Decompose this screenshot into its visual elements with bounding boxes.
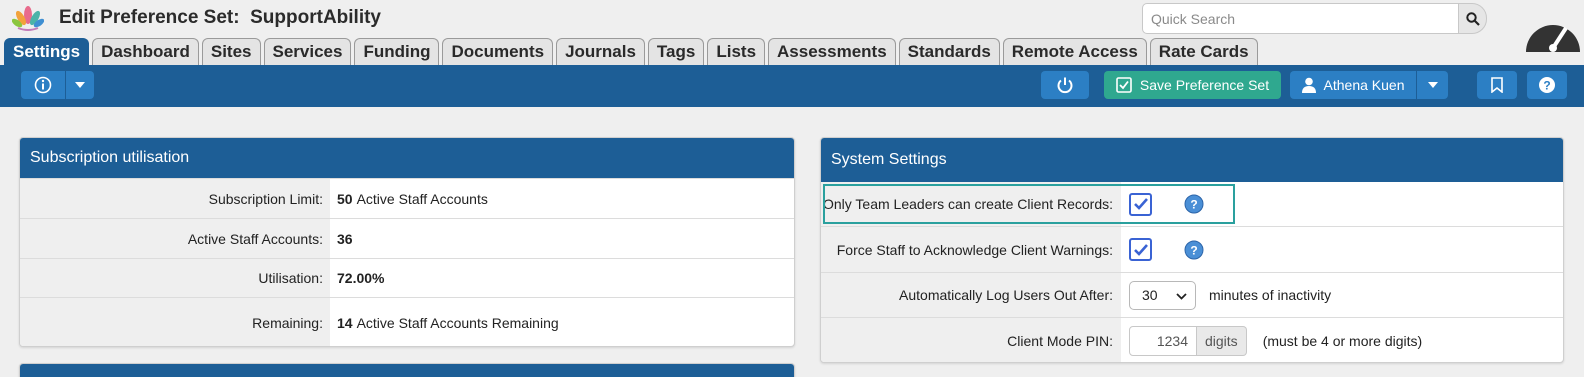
pin-row: Client Mode PIN: digits (must be 4 or mo… (821, 317, 1563, 362)
info-icon (34, 76, 52, 94)
info-dropdown-button[interactable] (65, 71, 94, 99)
logout-controls: 30 minutes of inactivity (1121, 273, 1331, 317)
row-value-bold: 36 (337, 230, 353, 247)
pin-controls: digits (must be 4 or more digits) (1121, 318, 1423, 362)
pin-addon: digits (1197, 326, 1247, 356)
pin-hint: (must be 4 or more digits) (1262, 333, 1423, 349)
user-menu-button[interactable]: Athena Kuen (1290, 71, 1416, 99)
row-value-text: Active Staff Accounts Remaining (356, 314, 559, 331)
svg-text:?: ? (1543, 79, 1550, 93)
system-settings-title: System Settings (821, 138, 1563, 182)
row-value: 72.00% (330, 259, 388, 297)
row-value: 50 Active Staff Accounts (330, 179, 488, 218)
power-icon (1057, 77, 1073, 94)
select-value: 30 (1142, 287, 1158, 303)
tab-sites[interactable]: Sites (201, 38, 261, 65)
subscription-row-remaining: Remaining: 14 Active Staff Accounts Remai… (20, 297, 794, 346)
search-icon (1465, 11, 1480, 26)
bookmark-icon (1491, 77, 1503, 93)
tab-lists[interactable]: Lists (707, 38, 766, 65)
tab-assessments[interactable]: Assessments (768, 38, 896, 65)
row-label: Remaining: (20, 298, 330, 346)
tab-documents[interactable]: Documents (442, 38, 554, 65)
row-label: Active Staff Accounts: (20, 219, 330, 258)
quick-search-input[interactable] (1142, 3, 1460, 34)
user-icon (1301, 77, 1316, 93)
subscription-row-utilisation: Utilisation: 72.00% (20, 258, 794, 297)
tab-services[interactable]: Services (263, 38, 352, 65)
row-value: 36 (330, 219, 357, 258)
svg-text:?: ? (1190, 243, 1197, 257)
system-settings-panel: System Settings Only Team Leaders can cr… (820, 137, 1564, 363)
next-panel-header (20, 364, 794, 377)
tab-standards[interactable]: Standards (898, 38, 1000, 65)
row-value-bold: 72.00% (337, 270, 385, 286)
question-help-icon[interactable]: ? (1184, 240, 1204, 260)
tab-tags[interactable]: Tags (647, 38, 705, 65)
row-label: Utilisation: (20, 259, 330, 297)
subscription-row-limit: Subscription Limit: 50 Active Staff Accou… (20, 178, 794, 218)
tab-rate-cards[interactable]: Rate Cards (1149, 38, 1258, 65)
row-label: Subscription Limit: (20, 179, 330, 218)
pin-label: Client Mode PIN: (821, 318, 1121, 362)
tab-funding[interactable]: Funding (354, 38, 440, 65)
tab-dashboard[interactable]: Dashboard (92, 38, 199, 65)
caret-down-icon (75, 82, 85, 88)
highlight-box (823, 184, 1235, 224)
checkmark-icon (1133, 243, 1148, 256)
subscription-panel-title: Subscription utilisation (20, 138, 794, 178)
user-dropdown-button[interactable] (1416, 71, 1448, 99)
tab-journals[interactable]: Journals (556, 38, 645, 65)
help-icon: ? (1539, 77, 1555, 93)
row-value-bold: 50 (337, 190, 353, 207)
caret-down-icon (1427, 82, 1438, 88)
logout-label: Automatically Log Users Out After: (821, 273, 1121, 317)
row-value: 14 Active Staff Accounts Remaining (330, 298, 559, 346)
row-value-bold: 14 (337, 314, 353, 331)
tab-settings[interactable]: Settings (4, 38, 90, 65)
subscription-row-active: Active Staff Accounts: 36 (20, 218, 794, 258)
user-name: Athena Kuen (1323, 77, 1405, 93)
logout-suffix: minutes of inactivity (1209, 287, 1332, 303)
page-title: Edit Preference Set: SupportAbility (59, 7, 381, 28)
subscription-panel: Subscription utilisation Subscription Li… (19, 137, 795, 347)
logout-minutes-select[interactable]: 30 (1129, 280, 1196, 310)
force-ack-label: Force Staff to Acknowledge Client Warnin… (821, 227, 1121, 272)
pin-input[interactable] (1129, 326, 1197, 356)
chevron-down-icon (1176, 292, 1187, 300)
app-header: Edit Preference Set: SupportAbility (0, 0, 1584, 52)
force-ack-checkbox[interactable] (1129, 238, 1152, 261)
tab-remote-access[interactable]: Remote Access (1002, 38, 1147, 65)
toolbar: Save Preference Set Athena Kuen ? (0, 65, 1584, 107)
logout-button[interactable] (1041, 71, 1089, 99)
help-button[interactable]: ? (1527, 71, 1567, 99)
save-preference-set-button[interactable]: Save Preference Set (1104, 71, 1281, 99)
main-tabs: Settings Dashboard Sites Services Fundin… (4, 38, 1258, 65)
search-button[interactable] (1458, 3, 1487, 34)
checkbox-check-icon (1116, 77, 1132, 93)
next-panel (19, 363, 795, 377)
logout-row: Automatically Log Users Out After: 30 mi… (821, 272, 1563, 317)
row-value-text: Active Staff Accounts (356, 190, 488, 207)
lotus-logo-icon[interactable] (12, 4, 44, 32)
force-ack-row: Force Staff to Acknowledge Client Warnin… (821, 226, 1563, 272)
save-button-label: Save Preference Set (1139, 77, 1270, 93)
speedometer-icon[interactable] (1522, 8, 1584, 52)
bookmark-button[interactable] (1477, 71, 1517, 99)
info-button[interactable] (21, 71, 65, 99)
force-ack-controls: ? (1121, 227, 1204, 272)
